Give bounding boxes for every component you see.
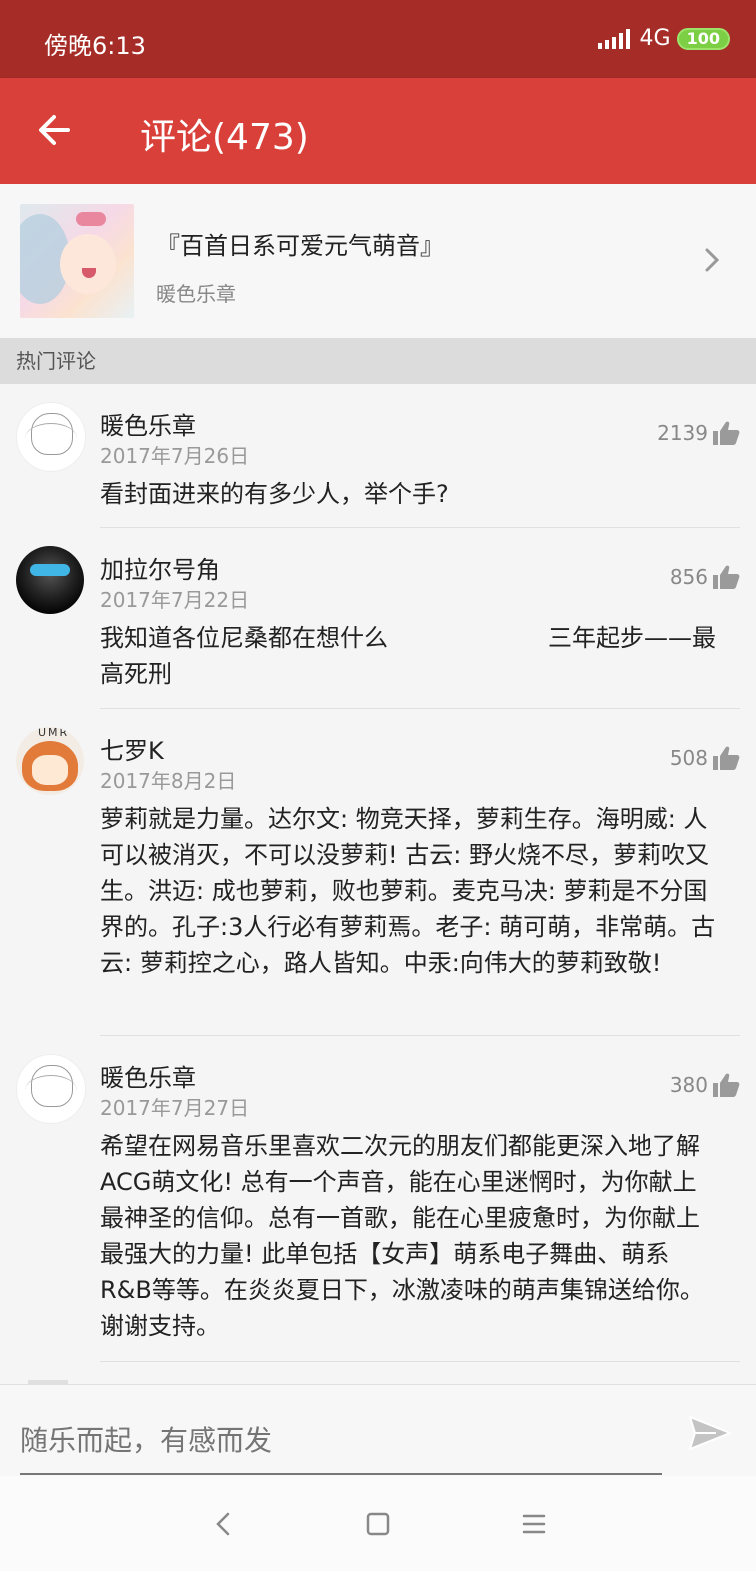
page-title: 评论(473) xyxy=(140,117,309,158)
comment-date: 2017年7月26日 xyxy=(100,444,250,468)
comment-author[interactable]: 七罗K xyxy=(100,731,164,766)
nav-home-icon[interactable] xyxy=(364,1510,392,1538)
section-header: 热门评论 xyxy=(0,338,756,384)
like-count: 508 xyxy=(669,746,708,770)
thumbs-up-icon xyxy=(713,421,740,445)
comment-text: 希望在网易音乐里喜欢二次元的朋友们都能更深入地了解ACG萌文化! 总有一个声音，… xyxy=(100,1132,704,1340)
playlist-cover xyxy=(20,204,134,318)
comment-date: 2017年7月22日 xyxy=(100,588,250,612)
battery-icon: 100 xyxy=(676,27,730,50)
comment-author[interactable]: 暖色乐章 xyxy=(100,1058,196,1093)
arrow-left-icon[interactable] xyxy=(30,104,82,156)
like-count: 856 xyxy=(669,565,708,589)
comment-input[interactable] xyxy=(20,1407,662,1475)
nav-menu-icon[interactable] xyxy=(520,1510,548,1538)
like-button[interactable]: 508 xyxy=(670,745,740,771)
toolbar: 评论(473) xyxy=(0,78,756,184)
comment-author[interactable]: 暖色乐章 xyxy=(100,406,196,441)
like-button[interactable]: 380 xyxy=(670,1072,740,1098)
divider xyxy=(100,1361,740,1362)
playlist-author: 暖色乐章 xyxy=(156,282,236,306)
comment-text: 看封面进来的有多少人，举个手? xyxy=(100,480,449,508)
playlist-title: 『百首日系可爱元气萌音』 xyxy=(156,232,444,260)
signal-icon xyxy=(597,28,630,49)
comment-item[interactable]: UMR 七罗K 2017年8月2日 508 萝莉就是力量。达尔文: 物竞天择，萝… xyxy=(0,709,756,1036)
like-count: 380 xyxy=(669,1073,708,1097)
avatar-text: UMR xyxy=(38,727,70,739)
comment-list[interactable]: 暖色乐章 2017年7月26日 2139 看封面进来的有多少人，举个手? 加拉尔… xyxy=(0,384,756,1384)
comment-text: 我知道各位尼桑都在想什么 三年起步——最 高死刑 xyxy=(100,620,720,692)
system-nav-bar xyxy=(0,1476,756,1571)
status-time: 傍晚6:13 xyxy=(44,32,146,60)
comment-text-line: 我知道各位尼桑都在想什么 xyxy=(100,624,388,652)
section-title: 热门评论 xyxy=(16,349,96,373)
comment-input-bar xyxy=(0,1384,756,1477)
playlist-header[interactable]: 『百首日系可爱元气萌音』 暖色乐章 xyxy=(0,184,756,338)
avatar[interactable]: UMR xyxy=(16,727,84,795)
comment-text-line: 三年起步——最 xyxy=(548,624,716,652)
status-bar: 傍晚6:13 4G 100 xyxy=(0,0,756,78)
like-button[interactable]: 2139 xyxy=(657,420,740,446)
avatar[interactable] xyxy=(16,1054,86,1124)
chevron-right-icon xyxy=(705,248,720,272)
comment-date: 2017年7月27日 xyxy=(100,1096,250,1120)
thumbs-up-icon xyxy=(713,1073,740,1097)
network-type: 4G xyxy=(639,26,671,51)
comment-item[interactable]: 加拉尔号角 2017年7月22日 856 我知道各位尼桑都在想什么 三年起步——… xyxy=(0,528,756,709)
comment-author[interactable]: 加拉尔号角 xyxy=(100,550,220,585)
avatar[interactable] xyxy=(16,402,86,472)
avatar[interactable] xyxy=(16,546,84,614)
thumbs-up-icon xyxy=(713,565,740,589)
nav-back-icon[interactable] xyxy=(210,1510,238,1538)
comment-item[interactable]: 暖色乐章 2017年7月26日 2139 看封面进来的有多少人，举个手? xyxy=(0,384,756,528)
comment-item[interactable]: 暖色乐章 2017年7月27日 380 希望在网易音乐里喜欢二次元的朋友们都能更… xyxy=(0,1036,756,1362)
status-right: 4G 100 xyxy=(597,26,730,51)
comment-text: 萝莉就是力量。达尔文: 物竞天择，萝莉生存。海明威: 人可以被消灭，不可以没萝莉… xyxy=(100,805,716,977)
comment-text-line: 高死刑 xyxy=(100,660,172,688)
like-button[interactable]: 856 xyxy=(670,564,740,590)
like-count: 2139 xyxy=(657,421,708,445)
thumbs-up-icon xyxy=(713,746,740,770)
send-icon[interactable] xyxy=(688,1415,732,1451)
comment-date: 2017年8月2日 xyxy=(100,769,237,793)
